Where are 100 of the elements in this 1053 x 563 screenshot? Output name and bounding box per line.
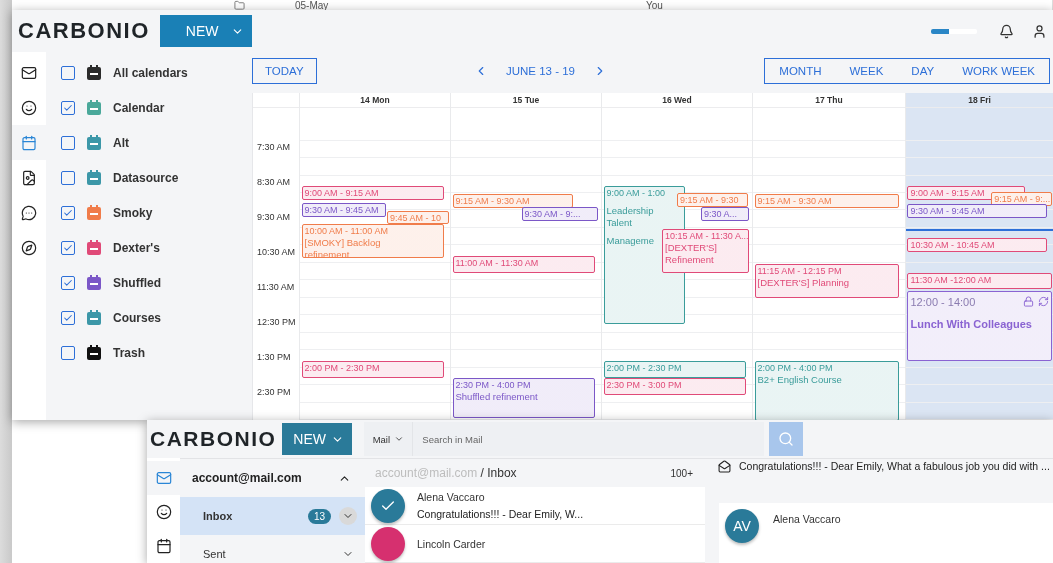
checkbox[interactable] — [61, 135, 75, 150]
event-time: 9:30 AM - 9:... — [524, 208, 582, 220]
time-label: 10:30 AM — [257, 247, 296, 257]
event-block[interactable]: 11:30 AM -12:00 AM — [907, 273, 1052, 289]
day-header[interactable]: 16 Wed — [602, 93, 752, 108]
user-icon[interactable] — [1032, 23, 1047, 39]
calendar-name[interactable]: Smoky — [113, 205, 153, 220]
event-block[interactable]: 2:30 PM - 3:00 PM — [603, 378, 746, 395]
mail-icon — [155, 470, 172, 486]
event-block[interactable]: 2:00 PM - 4:00 PM B2+ English Course — [754, 360, 899, 420]
breadcrumb: account@mail.com / Inbox — [375, 466, 517, 481]
event-block[interactable]: 10:15 AM - 11:30 A... [DEXTER'S] Refinement — [662, 229, 749, 274]
date-range: JUNE 13 - 19 — [505, 65, 575, 77]
event-block[interactable]: 11:00 AM - 11:30 AM — [452, 255, 595, 273]
search-field[interactable]: Search in Mail — [412, 422, 765, 456]
event-block[interactable]: 2:00 PM - 2:30 PM — [301, 360, 444, 378]
message-preview: Congratulations!!! - Dear Emily, W... — [417, 508, 584, 521]
event-block[interactable]: 9:30 AM - 9:45 AM — [301, 203, 386, 217]
event-block[interactable]: 9:45 AM - 10 — [387, 210, 449, 224]
time-label: 1:30 PM — [257, 352, 291, 362]
event-block[interactable]: 9:30 AM - 9:45 AM — [907, 203, 1048, 218]
calendar-name[interactable]: Courses — [113, 310, 162, 325]
event-block[interactable]: 9:30 AM - 9:... — [521, 206, 598, 221]
expand-button[interactable] — [339, 507, 357, 525]
event-block[interactable]: 10:30 AM - 10:45 AM — [907, 238, 1048, 252]
event-title: B2+ English Course — [757, 373, 842, 386]
event-block[interactable]: 9:00 AM - 9:15 AM — [301, 185, 444, 200]
message-row[interactable]: Alena Vaccaro Congratulations!!! - Dear Emily, W... — [365, 487, 705, 526]
day-header[interactable]: 18 Fri — [906, 93, 1053, 108]
event-time: 2:30 PM - 4:00 PM — [455, 380, 532, 391]
view-button[interactable]: WEEK — [835, 59, 898, 83]
smiley-icon — [21, 99, 37, 116]
sender-name: Alena Vaccaro — [773, 513, 841, 525]
folder-icon — [234, 0, 245, 11]
message-subject: Congratulations!!! - Dear Emily, What a fabulous job you did with ... — [739, 460, 1050, 472]
message-row[interactable]: Lincoln Carder — [365, 525, 705, 563]
caret-icon — [394, 434, 405, 444]
event-card[interactable]: 12:00 - 14:00 Lunch With Colleagues — [907, 290, 1052, 361]
module-dropdown[interactable]: Mail — [364, 422, 413, 456]
table-cell-text: You — [646, 0, 664, 11]
table-cell-text: 05-May — [295, 0, 330, 11]
event-block[interactable]: 11:15 AM - 12:15 PM [DEXTER'S] Planning — [754, 264, 899, 299]
calendar-name[interactable]: Alt — [113, 135, 129, 150]
event-block[interactable]: 9:15 AM - 9:30 AM — [754, 194, 899, 209]
calendar-icon — [87, 345, 101, 360]
day-header[interactable]: 15 Tue — [451, 93, 601, 108]
checkbox[interactable] — [61, 240, 75, 255]
event-time: 9:45 AM - 10 — [390, 212, 443, 223]
checkbox[interactable] — [61, 170, 75, 185]
chat-icon — [21, 204, 37, 221]
refresh-icon — [1037, 296, 1049, 307]
calendar-name[interactable]: All calendars — [113, 65, 188, 80]
logo: CARBONIO — [150, 427, 277, 451]
day-header[interactable]: 14 Mon — [300, 93, 450, 108]
view-button[interactable]: MONTH — [765, 59, 836, 83]
checkbox[interactable] — [61, 65, 75, 80]
file-icon — [21, 169, 37, 186]
new-button[interactable]: NEW — [282, 423, 353, 455]
time-label: 8:30 AM — [257, 177, 291, 187]
envelope-icon — [718, 459, 731, 473]
event-time: 12:00 - 14:00 — [910, 295, 976, 308]
event-time: 11:00 AM - 11:30 AM — [455, 257, 540, 269]
folder-item[interactable]: Inbox 13 — [180, 497, 365, 535]
time-label: 9:30 AM — [257, 212, 291, 222]
checkbox[interactable] — [61, 310, 75, 325]
checkbox[interactable] — [61, 100, 75, 115]
checkbox[interactable] — [61, 275, 75, 290]
check-icon — [63, 312, 73, 323]
check-icon — [63, 277, 73, 288]
checkbox[interactable] — [61, 205, 75, 220]
checkbox[interactable] — [61, 345, 75, 360]
calendar-name[interactable]: Trash — [113, 345, 145, 360]
view-button[interactable]: DAY — [897, 59, 949, 83]
today-button[interactable]: TODAY — [252, 58, 317, 84]
event-block[interactable]: 2:00 PM - 2:30 PM — [603, 360, 746, 378]
check-icon — [63, 102, 73, 113]
mail-icon — [21, 64, 37, 81]
account-header[interactable]: account@mail.com — [180, 459, 365, 497]
sender-name: Lincoln Carder — [417, 537, 486, 550]
calendar-name[interactable]: Shuffled — [113, 275, 161, 290]
event-title: Talent — [606, 216, 632, 229]
event-block[interactable]: 9:15 AM - 9:30 — [677, 192, 748, 207]
calendar-name[interactable]: Dexter's — [113, 240, 160, 255]
lock-icon — [1022, 296, 1034, 307]
calendar-icon — [87, 170, 101, 185]
logo: CARBONIO — [18, 18, 150, 44]
folder-item[interactable]: Sent — [180, 535, 365, 563]
event-time: 9:15 AM - 9:30 AM — [757, 196, 833, 208]
calendar-name[interactable]: Datasource — [113, 170, 179, 185]
event-block[interactable]: 2:30 PM - 4:00 PM Shuffled refinement — [452, 378, 595, 418]
calendar-name[interactable]: Calendar — [113, 100, 165, 115]
view-button[interactable]: WORK WEEK — [948, 59, 1049, 83]
event-time: 11:30 AM -12:00 AM — [910, 275, 993, 286]
event-block[interactable]: 9:15 AM - 9:30 AM — [452, 194, 573, 209]
day-header[interactable]: 17 Thu — [753, 93, 905, 108]
calendar-icon — [87, 240, 101, 255]
event-title: Manageme — [606, 234, 655, 247]
check-icon — [63, 242, 73, 253]
bell-icon[interactable] — [999, 23, 1014, 39]
new-button[interactable]: NEW — [159, 15, 252, 47]
